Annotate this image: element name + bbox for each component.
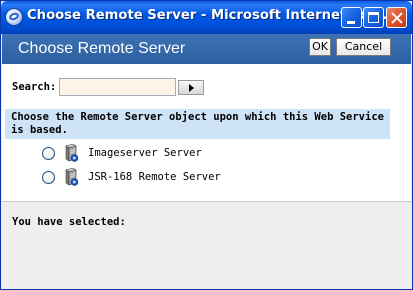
close-button[interactable] [386, 7, 407, 28]
search-input[interactable] [59, 78, 176, 96]
title-bar[interactable]: Choose Remote Server - Microsoft Interne… [1, 1, 412, 34]
selected-label: You have selected: [12, 216, 126, 228]
dialog-title: Choose Remote Server [18, 40, 186, 57]
option-label: JSR-168 Remote Server [88, 171, 221, 183]
radio-jsr-168-remote-server[interactable] [42, 171, 55, 184]
ok-button[interactable]: OK [309, 38, 331, 56]
maximize-button[interactable] [363, 7, 384, 28]
cancel-button[interactable]: Cancel [336, 38, 391, 56]
selection-panel: You have selected: [2, 202, 411, 289]
dialog-header: Choose Remote Server OK Cancel [2, 34, 411, 64]
minimize-button[interactable] [341, 7, 362, 28]
instruction-text: Choose the Remote Server object upon whi… [5, 109, 390, 139]
search-label: Search: [12, 81, 57, 93]
radio-imageserver-server[interactable] [42, 147, 55, 160]
browser-window: Choose Remote Server - Microsoft Interne… [0, 0, 413, 290]
server-icon [65, 144, 79, 162]
server-icon [65, 168, 79, 186]
dialog-content: Search: Choose the Remote Server object … [2, 64, 411, 289]
option-label: Imageserver Server [88, 147, 202, 159]
internet-explorer-icon [6, 9, 22, 25]
search-go-button[interactable] [178, 80, 204, 95]
